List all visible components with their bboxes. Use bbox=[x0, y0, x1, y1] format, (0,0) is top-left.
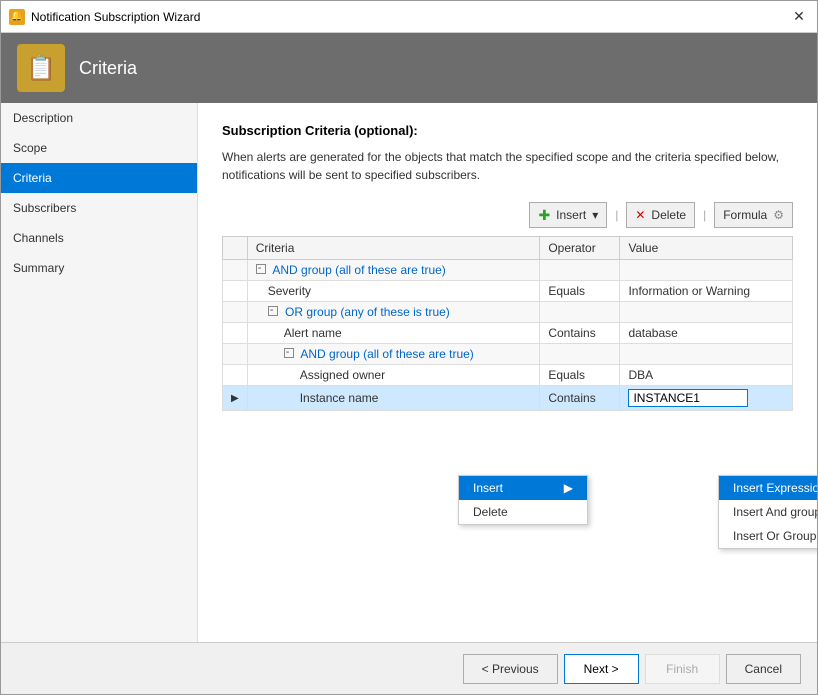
sidebar-item-summary[interactable]: Summary bbox=[1, 253, 197, 283]
delete-icon: ✕ bbox=[635, 208, 645, 222]
title-bar: 🔔 Notification Subscription Wizard ✕ bbox=[1, 1, 817, 33]
row-operator: Equals bbox=[540, 365, 620, 386]
toolbar: ✚ Insert ▾ | ✕ Delete | Formula ⚙ bbox=[222, 202, 793, 228]
delete-button[interactable]: ✕ Delete bbox=[626, 202, 695, 228]
toolbar-separator: | bbox=[615, 208, 618, 222]
row-value: database bbox=[620, 323, 793, 344]
description-text: When alerts are generated for the object… bbox=[222, 148, 793, 184]
title-bar-icon: 🔔 bbox=[9, 9, 25, 25]
header-icon: 📋 bbox=[17, 44, 65, 92]
row-criteria: AND group (all of these are true) bbox=[247, 260, 540, 281]
row-arrow bbox=[223, 365, 248, 386]
row-operator bbox=[540, 260, 620, 281]
toolbar-separator2: | bbox=[703, 208, 706, 222]
col-criteria: Criteria bbox=[247, 237, 540, 260]
sidebar-item-channels[interactable]: Channels bbox=[1, 223, 197, 253]
row-criteria: AND group (all of these are true) bbox=[247, 344, 540, 365]
table-row[interactable]: Assigned owner Equals DBA bbox=[223, 365, 793, 386]
insert-button[interactable]: ✚ Insert ▾ bbox=[529, 202, 607, 228]
context-menu-item-delete[interactable]: Delete bbox=[459, 500, 587, 524]
next-button[interactable]: Next > bbox=[564, 654, 639, 684]
header-bar: 📋 Criteria bbox=[1, 33, 817, 103]
row-value: Information or Warning bbox=[620, 281, 793, 302]
finish-button: Finish bbox=[645, 654, 720, 684]
main-panel: Subscription Criteria (optional): When a… bbox=[198, 103, 817, 642]
row-criteria: Severity bbox=[247, 281, 540, 302]
instance-name-input[interactable] bbox=[628, 389, 748, 407]
row-criteria: Instance name bbox=[247, 386, 540, 411]
row-value bbox=[620, 386, 793, 411]
collapse-icon[interactable] bbox=[268, 306, 278, 316]
window: 🔔 Notification Subscription Wizard ✕ 📋 C… bbox=[0, 0, 818, 695]
sidebar: Description Scope Criteria Subscribers C… bbox=[1, 103, 198, 642]
row-criteria: Assigned owner bbox=[247, 365, 540, 386]
content-area: Description Scope Criteria Subscribers C… bbox=[1, 103, 817, 642]
row-operator bbox=[540, 344, 620, 365]
cancel-button[interactable]: Cancel bbox=[726, 654, 801, 684]
formula-button[interactable]: Formula ⚙ bbox=[714, 202, 793, 228]
table-row[interactable]: AND group (all of these are true) bbox=[223, 344, 793, 365]
submenu-item-insert-and-group[interactable]: Insert And group bbox=[719, 500, 817, 524]
sidebar-item-subscribers[interactable]: Subscribers bbox=[1, 193, 197, 223]
insert-icon: ✚ bbox=[538, 207, 550, 224]
context-menu-container: Insert ▶ Delete Insert Expression Insert… bbox=[458, 475, 588, 525]
row-arrow bbox=[223, 323, 248, 344]
row-arrow bbox=[223, 281, 248, 302]
sidebar-item-criteria[interactable]: Criteria bbox=[1, 163, 197, 193]
row-arrow bbox=[223, 260, 248, 281]
row-operator: Equals bbox=[540, 281, 620, 302]
submenu-item-insert-expression[interactable]: Insert Expression bbox=[719, 476, 817, 500]
row-value bbox=[620, 260, 793, 281]
table-row[interactable]: Alert name Contains database bbox=[223, 323, 793, 344]
previous-button[interactable]: < Previous bbox=[463, 654, 558, 684]
context-menu: Insert ▶ Delete bbox=[458, 475, 588, 525]
row-operator: Contains bbox=[540, 386, 620, 411]
row-operator bbox=[540, 302, 620, 323]
criteria-table: Criteria Operator Value AND group (all o… bbox=[222, 236, 793, 411]
row-arrow bbox=[223, 302, 248, 323]
sidebar-item-scope[interactable]: Scope bbox=[1, 133, 197, 163]
col-value: Value bbox=[620, 237, 793, 260]
table-row[interactable]: AND group (all of these are true) bbox=[223, 260, 793, 281]
close-button[interactable]: ✕ bbox=[789, 7, 809, 27]
row-arrow: ▶ bbox=[223, 386, 248, 411]
col-operator: Operator bbox=[540, 237, 620, 260]
submenu-item-insert-or-group[interactable]: Insert Or Group bbox=[719, 524, 817, 548]
collapse-icon[interactable] bbox=[256, 264, 266, 274]
collapse-icon[interactable] bbox=[284, 348, 294, 358]
row-value bbox=[620, 302, 793, 323]
header-title: Criteria bbox=[79, 58, 137, 79]
context-menu-item-insert[interactable]: Insert ▶ bbox=[459, 476, 587, 500]
table-row[interactable]: Severity Equals Information or Warning bbox=[223, 281, 793, 302]
title-bar-text: Notification Subscription Wizard bbox=[31, 10, 789, 24]
bottom-bar: < Previous Next > Finish Cancel bbox=[1, 642, 817, 694]
table-row[interactable]: ▶ Instance name Contains bbox=[223, 386, 793, 411]
row-operator: Contains bbox=[540, 323, 620, 344]
row-criteria: OR group (any of these is true) bbox=[247, 302, 540, 323]
section-title: Subscription Criteria (optional): bbox=[222, 123, 793, 138]
row-value bbox=[620, 344, 793, 365]
sidebar-item-description[interactable]: Description bbox=[1, 103, 197, 133]
table-row[interactable]: OR group (any of these is true) bbox=[223, 302, 793, 323]
submenu-panel: Insert Expression Insert And group Inser… bbox=[718, 475, 817, 549]
row-arrow bbox=[223, 344, 248, 365]
row-criteria: Alert name bbox=[247, 323, 540, 344]
col-arrow bbox=[223, 237, 248, 260]
row-value: DBA bbox=[620, 365, 793, 386]
